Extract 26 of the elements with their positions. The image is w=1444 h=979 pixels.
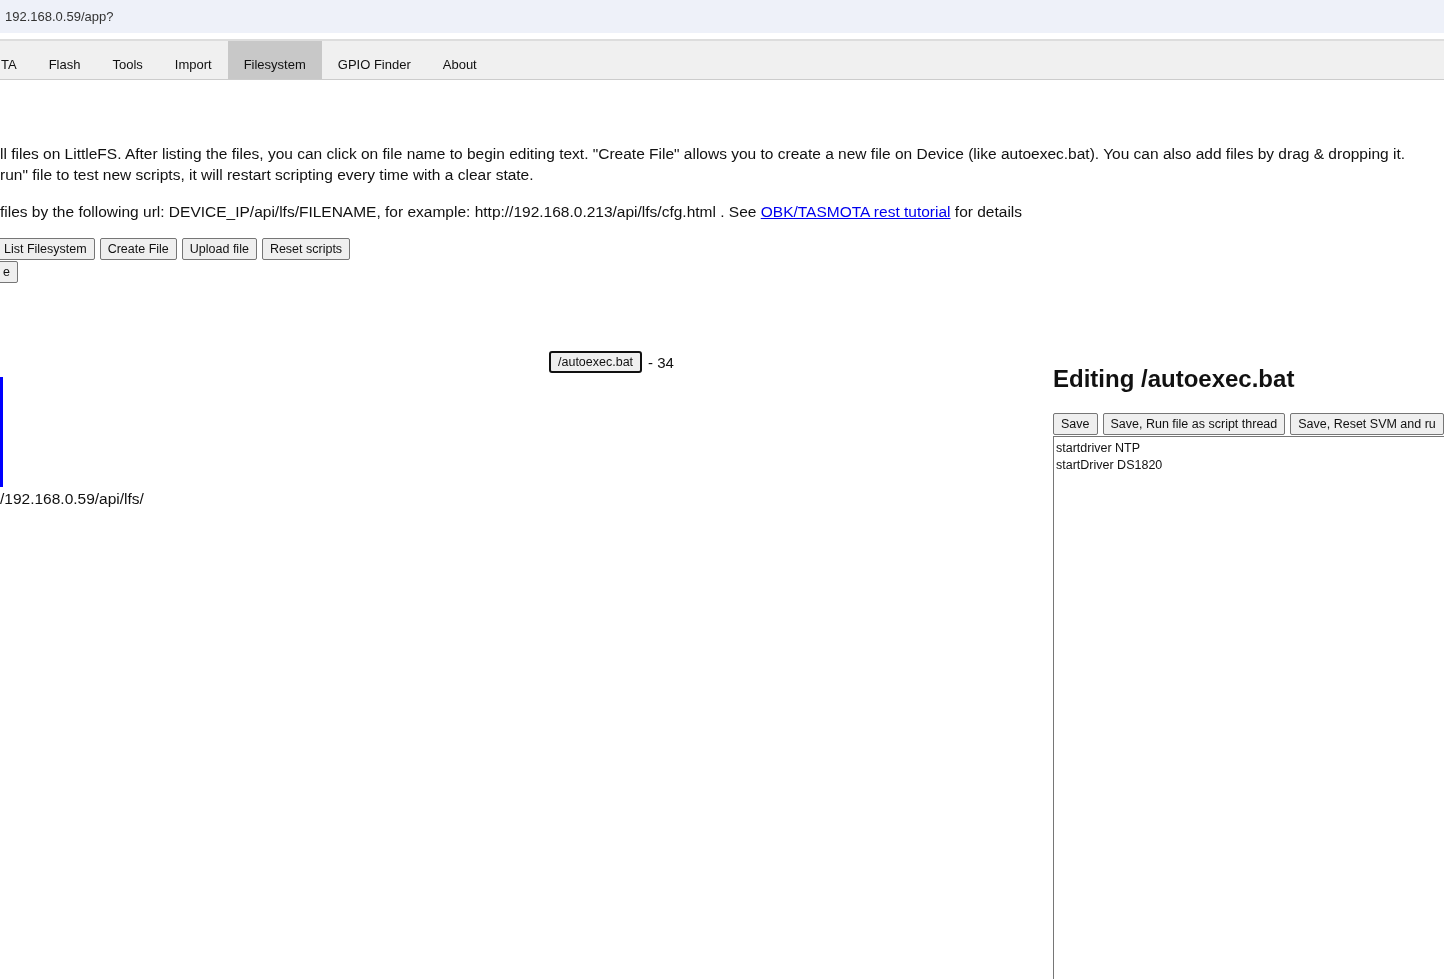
tab[interactable]: TA <box>0 41 33 79</box>
url-note-text: files by the following url: DEVICE_IP/api/lfs/FILENAME, for example: http://192.168.0.213/api/lfs/cfg.html . See <box>0 203 758 220</box>
url-note-text: for details <box>953 203 1023 220</box>
tab[interactable]: Import <box>158 41 228 79</box>
tab[interactable]: Tools <box>96 41 159 79</box>
action-button[interactable]: List Filesystem <box>0 238 95 260</box>
action-button[interactable]: Create File <box>99 238 177 260</box>
action-button[interactable]: Upload file <box>181 238 257 260</box>
editor-textarea[interactable]: startdriver NTP startDriver DS1820 <box>1053 436 1444 979</box>
tab[interactable]: Filesystem <box>227 41 322 79</box>
editor-button[interactable]: Save, Reset SVM and ru <box>1290 413 1444 435</box>
editor-button[interactable]: Save, Run file as script thread <box>1102 413 1286 435</box>
editor-title: Editing /autoexec.bat <box>1053 365 1296 393</box>
tutorial-link[interactable]: OBK/TASMOTA rest tutorial <box>760 203 951 220</box>
action-button[interactable]: e <box>0 261 18 283</box>
tab[interactable]: GPIO Finder <box>321 41 427 79</box>
description-text: run" file to test new scripts, it will restart scripting every time with a clear state. <box>0 165 535 185</box>
file-button[interactable]: /autoexec.bat <box>549 351 643 373</box>
editor-button[interactable]: Save <box>1053 413 1098 435</box>
file-size: - 34 <box>648 353 674 371</box>
tab[interactable]: Flash <box>32 41 97 79</box>
description-text: ll files on LittleFS. After listing the files, you can click on file name to begin editing text. "Create File" allows you to create a new file on Device (like autoexec.bat). You can also add files by drag & dropping it. <box>0 144 1407 164</box>
address-field[interactable]: 192.168.0.59/app? <box>0 0 1444 34</box>
base-url-text: /192.168.0.59/api/lfs/ <box>0 490 145 508</box>
action-button[interactable]: Reset scripts <box>261 238 351 260</box>
tab[interactable]: About <box>426 41 493 79</box>
